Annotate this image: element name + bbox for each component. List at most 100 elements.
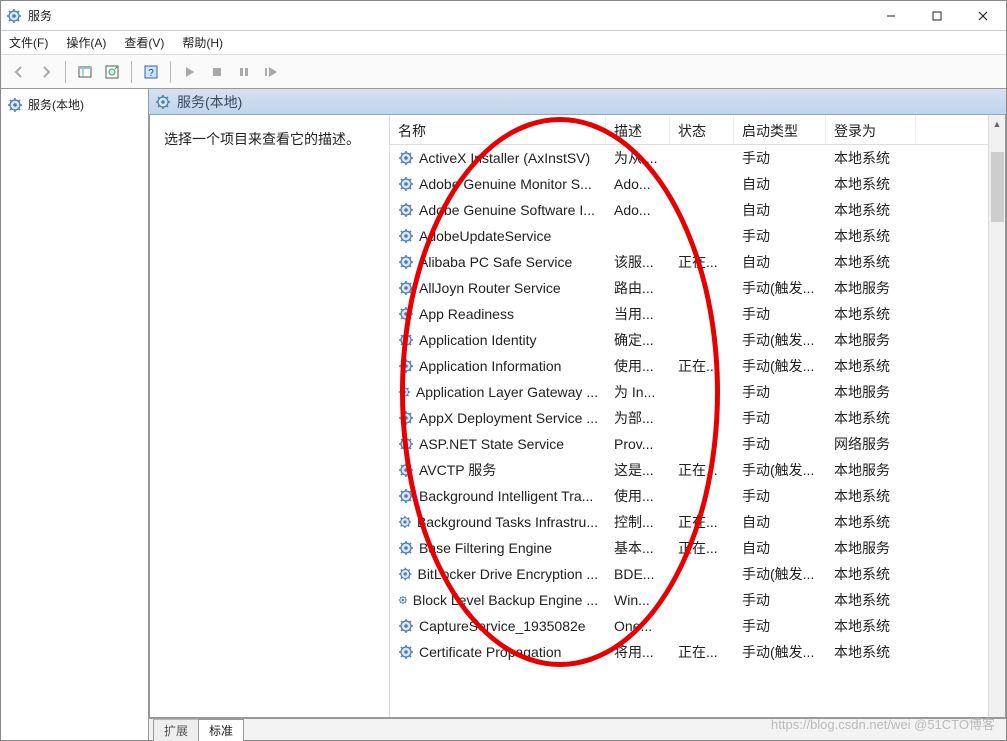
list-header: 名称 描述 状态 启动类型 登录为 — [390, 115, 1005, 145]
service-name: ASP.NET State Service — [419, 436, 564, 452]
service-name-cell: Certificate Propagation — [390, 644, 606, 660]
service-logon: 本地系统 — [826, 512, 916, 532]
minimize-button[interactable] — [868, 1, 914, 31]
service-start: 手动 — [734, 486, 826, 506]
table-row[interactable]: Adobe Genuine Monitor S...Ado...自动本地系统 — [390, 171, 1005, 197]
restart-service-button[interactable] — [259, 60, 283, 84]
service-name: Adobe Genuine Software I... — [419, 202, 595, 218]
scrollbar-thumb[interactable] — [991, 152, 1004, 222]
show-hide-pane-button[interactable] — [73, 60, 97, 84]
service-status: 正在... — [670, 642, 734, 662]
gear-icon — [398, 592, 408, 608]
table-row[interactable]: ASP.NET State ServiceProv...手动网络服务 — [390, 431, 1005, 457]
table-row[interactable]: Background Intelligent Tra...使用...手动本地系统 — [390, 483, 1005, 509]
col-desc[interactable]: 描述 — [606, 115, 670, 144]
forward-button[interactable] — [34, 60, 58, 84]
gear-icon — [398, 410, 414, 426]
menu-action[interactable]: 操作(A) — [66, 34, 106, 51]
gear-icon — [398, 306, 414, 322]
service-name-cell: Alibaba PC Safe Service — [390, 254, 606, 270]
menu-file[interactable]: 文件(F) — [9, 34, 48, 51]
service-start: 手动(触发... — [734, 278, 826, 298]
service-start: 自动 — [734, 200, 826, 220]
service-name: App Readiness — [419, 306, 514, 322]
service-status: 正在... — [670, 512, 734, 532]
table-row[interactable]: AppX Deployment Service ...为部...手动本地系统 — [390, 405, 1005, 431]
table-row[interactable]: AdobeUpdateService手动本地系统 — [390, 223, 1005, 249]
service-name: Alibaba PC Safe Service — [419, 254, 572, 270]
service-name-cell: AppX Deployment Service ... — [390, 410, 606, 426]
menu-view[interactable]: 查看(V) — [124, 34, 164, 51]
service-name-cell: Block Level Backup Engine ... — [390, 592, 606, 608]
service-logon: 网络服务 — [826, 434, 916, 454]
service-name-cell: ASP.NET State Service — [390, 436, 606, 452]
col-status[interactable]: 状态 — [670, 115, 734, 144]
service-name-cell: Application Identity — [390, 332, 606, 348]
start-service-button[interactable] — [178, 60, 202, 84]
tree-root-node[interactable]: 服务(本地) — [1, 93, 148, 116]
service-status: 正在... — [670, 460, 734, 480]
toolbar-sep-3 — [170, 61, 171, 83]
service-name: Background Intelligent Tra... — [419, 488, 593, 504]
table-row[interactable]: BitLocker Drive Encryption ...BDE...手动(触… — [390, 561, 1005, 587]
table-row[interactable]: Adobe Genuine Software I...Ado...自动本地系统 — [390, 197, 1005, 223]
service-name: AllJoyn Router Service — [419, 280, 561, 296]
table-row[interactable]: Application Layer Gateway ...为 In...手动本地… — [390, 379, 1005, 405]
table-row[interactable]: Application Identity确定...手动(触发...本地服务 — [390, 327, 1005, 353]
service-desc: 控制... — [606, 512, 670, 532]
table-row[interactable]: Application Information使用...正在...手动(触发..… — [390, 353, 1005, 379]
service-start: 手动 — [734, 434, 826, 454]
window-title: 服务 — [28, 7, 868, 24]
back-button[interactable] — [7, 60, 31, 84]
table-row[interactable]: CaptureService_1935082eOne...手动本地系统 — [390, 613, 1005, 639]
service-name: ActiveX Installer (AxInstSV) — [419, 150, 590, 166]
window: 服务 文件(F) 操作(A) 查看(V) 帮助(H) ? 服务(本地) — [0, 0, 1007, 741]
gear-icon — [398, 488, 414, 504]
service-desc: Ado... — [606, 176, 670, 192]
table-row[interactable]: Alibaba PC Safe Service该服...正在...自动本地系统 — [390, 249, 1005, 275]
table-row[interactable]: Certificate Propagation将用...正在...手动(触发..… — [390, 639, 1005, 665]
table-row[interactable]: AllJoyn Router Service路由...手动(触发...本地服务 — [390, 275, 1005, 301]
scroll-up-icon[interactable]: ▲ — [989, 115, 1005, 132]
service-start: 手动 — [734, 382, 826, 402]
description-prompt: 选择一个项目来查看它的描述。 — [164, 131, 360, 147]
gear-icon — [398, 436, 414, 452]
service-logon: 本地系统 — [826, 174, 916, 194]
menubar: 文件(F) 操作(A) 查看(V) 帮助(H) — [1, 31, 1006, 55]
stop-service-button[interactable] — [205, 60, 229, 84]
service-name: Adobe Genuine Monitor S... — [419, 176, 592, 192]
gear-icon — [398, 150, 414, 166]
service-logon: 本地系统 — [826, 252, 916, 272]
col-name[interactable]: 名称 — [390, 115, 606, 144]
service-logon: 本地系统 — [826, 200, 916, 220]
service-start: 自动 — [734, 512, 826, 532]
maximize-button[interactable] — [914, 1, 960, 31]
service-name-cell: Background Intelligent Tra... — [390, 488, 606, 504]
service-logon: 本地系统 — [826, 356, 916, 376]
export-list-button[interactable] — [100, 60, 124, 84]
table-row[interactable]: Block Level Backup Engine ...Win...手动本地系… — [390, 587, 1005, 613]
gear-icon — [155, 94, 171, 110]
gear-icon — [398, 358, 414, 374]
service-name: AdobeUpdateService — [419, 228, 551, 244]
col-start[interactable]: 启动类型 — [734, 115, 826, 144]
table-row[interactable]: Background Tasks Infrastru...控制...正在...自… — [390, 509, 1005, 535]
service-logon: 本地服务 — [826, 330, 916, 350]
table-row[interactable]: Base Filtering Engine基本...正在...自动本地服务 — [390, 535, 1005, 561]
col-logon[interactable]: 登录为 — [826, 115, 916, 144]
help-button[interactable]: ? — [139, 60, 163, 84]
pause-service-button[interactable] — [232, 60, 256, 84]
service-name-cell: AdobeUpdateService — [390, 228, 606, 244]
app-icon — [6, 8, 22, 24]
table-row[interactable]: App Readiness当用...手动本地系统 — [390, 301, 1005, 327]
service-name-cell: Application Information — [390, 358, 606, 374]
tab-standard[interactable]: 标准 — [198, 719, 244, 741]
table-row[interactable]: ActiveX Installer (AxInstSV)为从 ...手动本地系统 — [390, 145, 1005, 171]
tabstrip: 扩展 标准 — [149, 718, 1006, 740]
tab-extended[interactable]: 扩展 — [153, 719, 199, 741]
vertical-scrollbar[interactable]: ▲ — [988, 115, 1005, 717]
menu-help[interactable]: 帮助(H) — [182, 34, 223, 51]
table-row[interactable]: AVCTP 服务这是...正在...手动(触发...本地服务 — [390, 457, 1005, 483]
close-button[interactable] — [960, 1, 1006, 31]
pane-title: 服务(本地) — [177, 92, 242, 112]
